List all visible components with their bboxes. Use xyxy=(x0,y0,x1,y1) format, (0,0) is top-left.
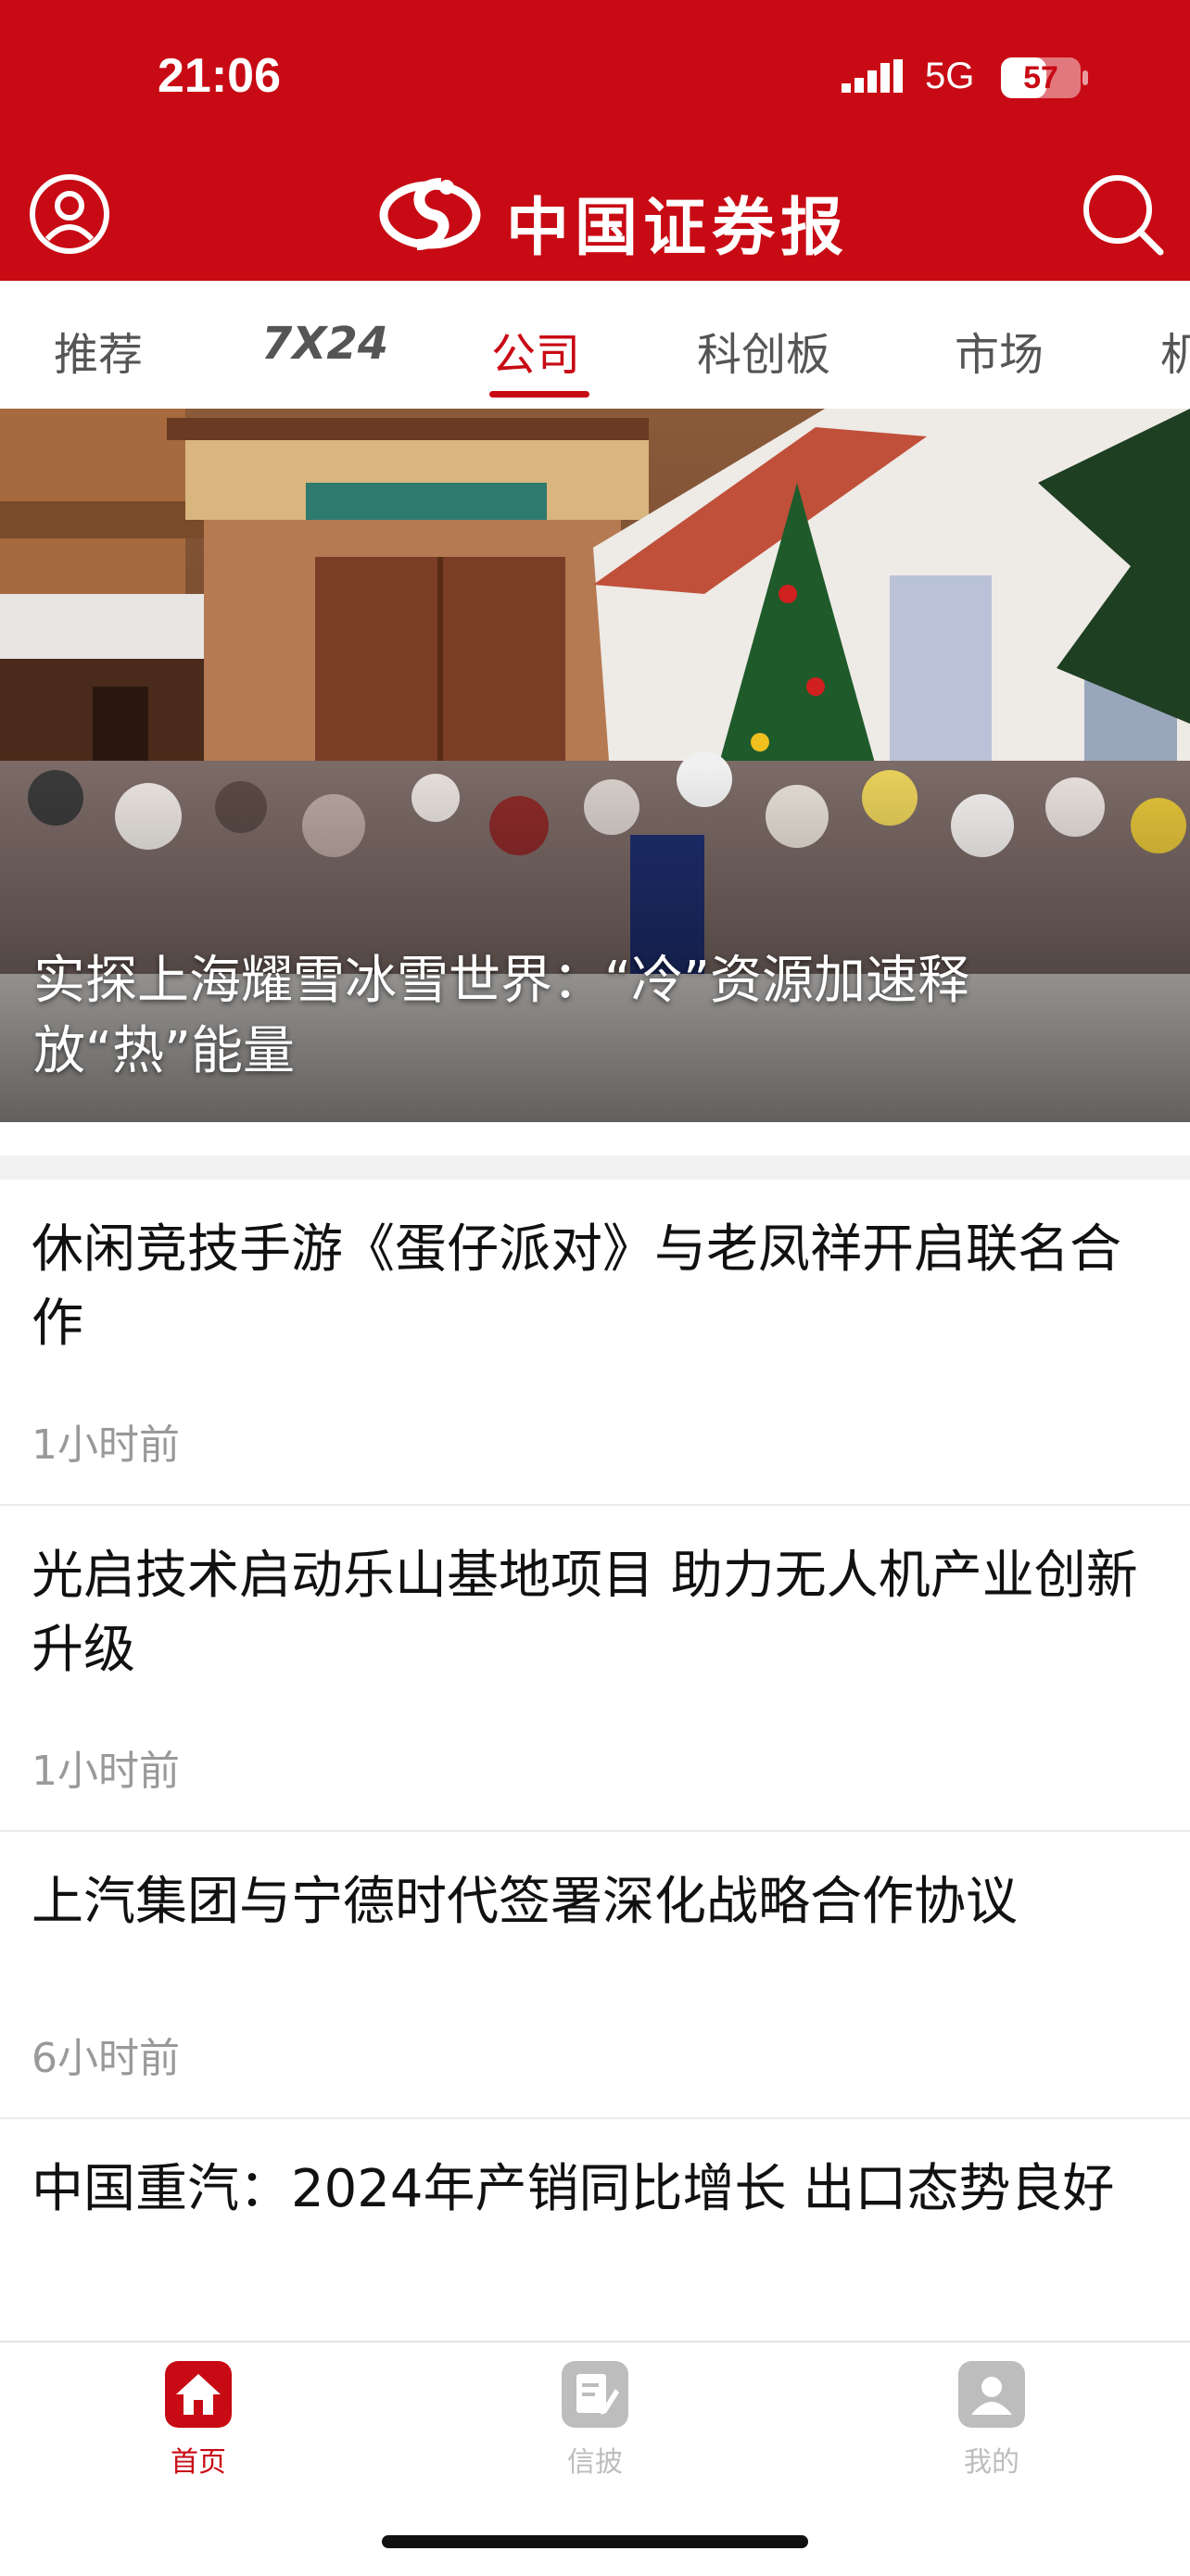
tabbar-mine[interactable]: 我的 xyxy=(936,2361,1047,2480)
edit-document-icon xyxy=(562,2361,628,2428)
tab-more[interactable]: 机 xyxy=(1160,318,1190,383)
tabbar-home-label: 首页 xyxy=(171,2446,226,2479)
news-item[interactable]: 上汽集团与宁德时代签署深化战略合作协议 6小时前 xyxy=(0,1832,1190,2119)
tabbar-home[interactable]: 首页 xyxy=(143,2361,254,2480)
tabbar-disclosure[interactable]: 信披 xyxy=(539,2361,651,2480)
tab-company[interactable]: 公司 xyxy=(491,318,580,383)
tab-recommend[interactable]: 推荐 xyxy=(54,318,143,383)
home-indicator[interactable] xyxy=(382,2535,808,2548)
news-time: 1小时前 xyxy=(32,1421,180,1469)
search-icon[interactable] xyxy=(1079,170,1168,259)
profile-icon[interactable] xyxy=(28,172,111,256)
tabbar-disclosure-label: 信披 xyxy=(567,2446,623,2479)
tab-7x24[interactable]: 7X24 xyxy=(261,318,388,370)
battery-icon: 57 xyxy=(1001,57,1081,98)
news-time: 1小时前 xyxy=(32,1748,180,1795)
news-time: 6小时前 xyxy=(32,2035,180,2082)
cellular-signal-icon xyxy=(842,59,903,93)
news-item[interactable]: 休闲竞技手游《蛋仔派对》与老凤祥开启联名合作 1小时前 xyxy=(0,1180,1190,1506)
home-icon xyxy=(165,2361,232,2428)
news-title: 中国重汽：2024年产销同比增长 出口态势良好 xyxy=(32,2159,1115,2219)
hero-title: 实探上海耀雪冰雪世界：“冷”资源加速释放“热”能量 xyxy=(33,951,970,1081)
tabbar-mine-label: 我的 xyxy=(964,2446,1019,2479)
news-item[interactable]: 中国重汽：2024年产销同比增长 出口态势良好 xyxy=(0,2119,1190,2341)
active-tab-indicator xyxy=(489,391,589,398)
news-title: 上汽集团与宁德时代签署深化战略合作协议 xyxy=(32,1872,1018,1932)
logo-text: 中国证券报 xyxy=(506,191,850,265)
battery-percent: 57 xyxy=(1023,60,1058,95)
hero-article[interactable]: 实探上海耀雪冰雪世界：“冷”资源加速释放“热”能量 xyxy=(0,409,1190,1122)
person-icon xyxy=(958,2361,1025,2428)
network-type: 5G xyxy=(925,56,975,96)
status-time: 21:06 xyxy=(158,49,281,103)
app-logo: 中国证券报 xyxy=(376,170,843,265)
section-divider xyxy=(0,1155,1190,1180)
battery-cap xyxy=(1082,70,1088,85)
app-header: 21:06 5G 57 中国证券报 xyxy=(0,0,1190,281)
logo-mark-icon xyxy=(379,178,481,250)
news-item[interactable]: 光启技术启动乐山基地项目 助力无人机产业创新升级 1小时前 xyxy=(0,1506,1190,1832)
channel-tabs: 推荐 7X24 公司 科创板 市场 机 xyxy=(0,281,1190,409)
tab-market[interactable]: 市场 xyxy=(955,318,1044,383)
news-title: 休闲竞技手游《蛋仔派对》与老凤祥开启联名合作 xyxy=(32,1219,1121,1354)
news-title: 光启技术启动乐山基地项目 助力无人机产业创新升级 xyxy=(32,1546,1138,1680)
tab-star-market[interactable]: 科创板 xyxy=(697,318,830,383)
